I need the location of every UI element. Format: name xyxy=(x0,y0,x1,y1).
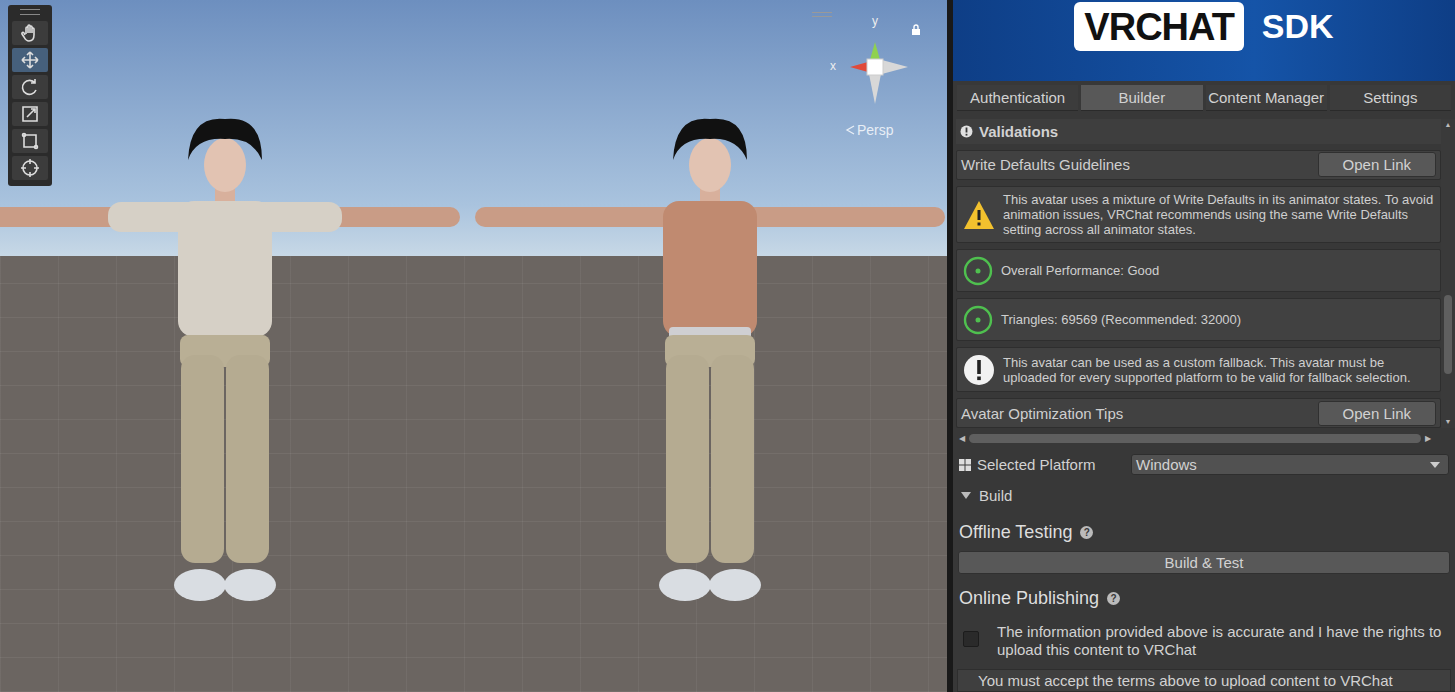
avatar-figure[interactable] xyxy=(475,115,945,615)
avatars xyxy=(0,115,945,615)
scroll-up-icon[interactable]: ▲ xyxy=(1445,119,1452,131)
ok-icon xyxy=(963,256,993,286)
validation-text: Triangles: 69569 (Recommended: 32000) xyxy=(1001,312,1434,327)
validation-row: This avatar uses a mixture of Write Defa… xyxy=(956,186,1441,243)
unity-editor: x y Persp VRCHAT SDK AuthenticationBuild… xyxy=(0,0,1455,692)
tool-icon xyxy=(20,104,40,124)
open-link-button[interactable]: Open Link xyxy=(1318,401,1436,426)
dropdown-caret-icon xyxy=(1430,462,1440,468)
alert-icon xyxy=(960,125,973,138)
validation-text: Write Defaults Guidelines xyxy=(961,157,1310,172)
validation-text: This avatar can be used as a custom fall… xyxy=(1003,355,1434,385)
open-link-button[interactable]: Open Link xyxy=(1318,152,1436,177)
info-icon xyxy=(963,354,995,386)
ok-icon xyxy=(963,305,993,335)
tool-button[interactable] xyxy=(12,102,48,126)
avatar-figure[interactable] xyxy=(0,115,460,615)
platform-row: Selected Platform Windows xyxy=(953,444,1455,479)
logo-main: VRCHAT xyxy=(1074,2,1244,51)
tool-palette xyxy=(8,5,52,186)
validation-row: Avatar Optimization Tips Open Link xyxy=(956,398,1441,428)
vrchat-logo: VRCHAT SDK xyxy=(1074,2,1333,51)
validation-text: Avatar Optimization Tips xyxy=(961,406,1310,421)
orientation-gizmo[interactable]: x y xyxy=(830,22,920,112)
offline-testing-title: Offline Testing ? xyxy=(953,508,1455,549)
tool-icon xyxy=(20,23,40,43)
validation-row: Overall Performance: Good xyxy=(956,249,1441,292)
windows-icon xyxy=(959,459,971,471)
scroll-thumb[interactable] xyxy=(1444,295,1452,375)
online-publishing-title: Online Publishing ? xyxy=(953,574,1455,615)
overlay-handle-icon[interactable] xyxy=(812,12,832,17)
terms-checkbox[interactable] xyxy=(963,631,979,647)
validation-text: Overall Performance: Good xyxy=(1001,263,1434,278)
tool-button[interactable] xyxy=(12,48,48,72)
chevron-icon xyxy=(845,125,855,135)
scroll-left-icon[interactable]: ◀ xyxy=(959,434,965,443)
build-test-button[interactable]: Build & Test xyxy=(958,551,1450,574)
scene-view[interactable]: x y Persp xyxy=(0,0,947,692)
scroll-track[interactable] xyxy=(1441,131,1455,416)
logo-sub: SDK xyxy=(1262,7,1334,46)
vertical-scrollbar[interactable]: ▲ ▼ xyxy=(1441,119,1455,428)
terms-label: The information provided above is accura… xyxy=(997,623,1449,659)
tab[interactable]: Authentication xyxy=(957,85,1078,111)
tool-button[interactable] xyxy=(12,156,48,180)
terms-notice: You must accept the terms above to uploa… xyxy=(957,669,1451,692)
tool-icon xyxy=(20,158,40,178)
horizontal-scrollbar[interactable]: ◀ ▶ xyxy=(959,432,1431,444)
sdk-banner: VRCHAT SDK xyxy=(953,0,1455,81)
scroll-down-icon[interactable]: ▼ xyxy=(1445,416,1452,428)
axis-x-label: x xyxy=(830,59,836,73)
tool-button[interactable] xyxy=(12,21,48,45)
help-icon[interactable]: ? xyxy=(1107,592,1120,605)
grip-icon[interactable] xyxy=(20,9,40,15)
validation-text: This avatar uses a mixture of Write Defa… xyxy=(1003,192,1434,237)
projection-label: Persp xyxy=(857,122,894,138)
platform-dropdown[interactable]: Windows xyxy=(1131,454,1449,475)
lock-icon[interactable] xyxy=(911,24,921,36)
tool-icon xyxy=(20,50,40,70)
foldout-arrow-icon xyxy=(961,492,971,499)
validations-scroll: Validations Write Defaults Guidelines Op… xyxy=(953,119,1455,428)
tool-button[interactable] xyxy=(12,75,48,99)
validations-list: Validations Write Defaults Guidelines Op… xyxy=(956,119,1441,428)
tab[interactable]: Settings xyxy=(1330,85,1451,111)
terms-checkbox-row[interactable]: The information provided above is accura… xyxy=(953,615,1455,663)
build-foldout[interactable]: Build xyxy=(953,479,1455,508)
hscroll-thumb[interactable] xyxy=(969,434,1421,443)
projection-toggle[interactable]: Persp xyxy=(845,122,894,138)
validation-row: This avatar can be used as a custom fall… xyxy=(956,347,1441,392)
tab-bar: AuthenticationBuilderContent ManagerSett… xyxy=(953,83,1455,111)
platform-label: Selected Platform xyxy=(977,456,1125,473)
tool-icon xyxy=(20,131,40,151)
warning-icon xyxy=(963,200,995,230)
tool-button[interactable] xyxy=(12,129,48,153)
ground-grid xyxy=(0,256,947,692)
validations-header: Validations xyxy=(956,119,1441,144)
axis-y-label: y xyxy=(872,14,878,28)
tab[interactable]: Builder xyxy=(1081,85,1202,111)
validation-row: Write Defaults Guidelines Open Link xyxy=(956,150,1441,180)
axis-gizmo-icon xyxy=(830,22,920,112)
tool-icon xyxy=(20,77,40,97)
tab[interactable]: Content Manager xyxy=(1206,85,1327,111)
scroll-right-icon[interactable]: ▶ xyxy=(1425,434,1431,443)
help-icon[interactable]: ? xyxy=(1080,526,1093,539)
vrchat-sdk-panel: VRCHAT SDK AuthenticationBuilderContent … xyxy=(953,0,1455,692)
validation-row: Triangles: 69569 (Recommended: 32000) xyxy=(956,298,1441,341)
